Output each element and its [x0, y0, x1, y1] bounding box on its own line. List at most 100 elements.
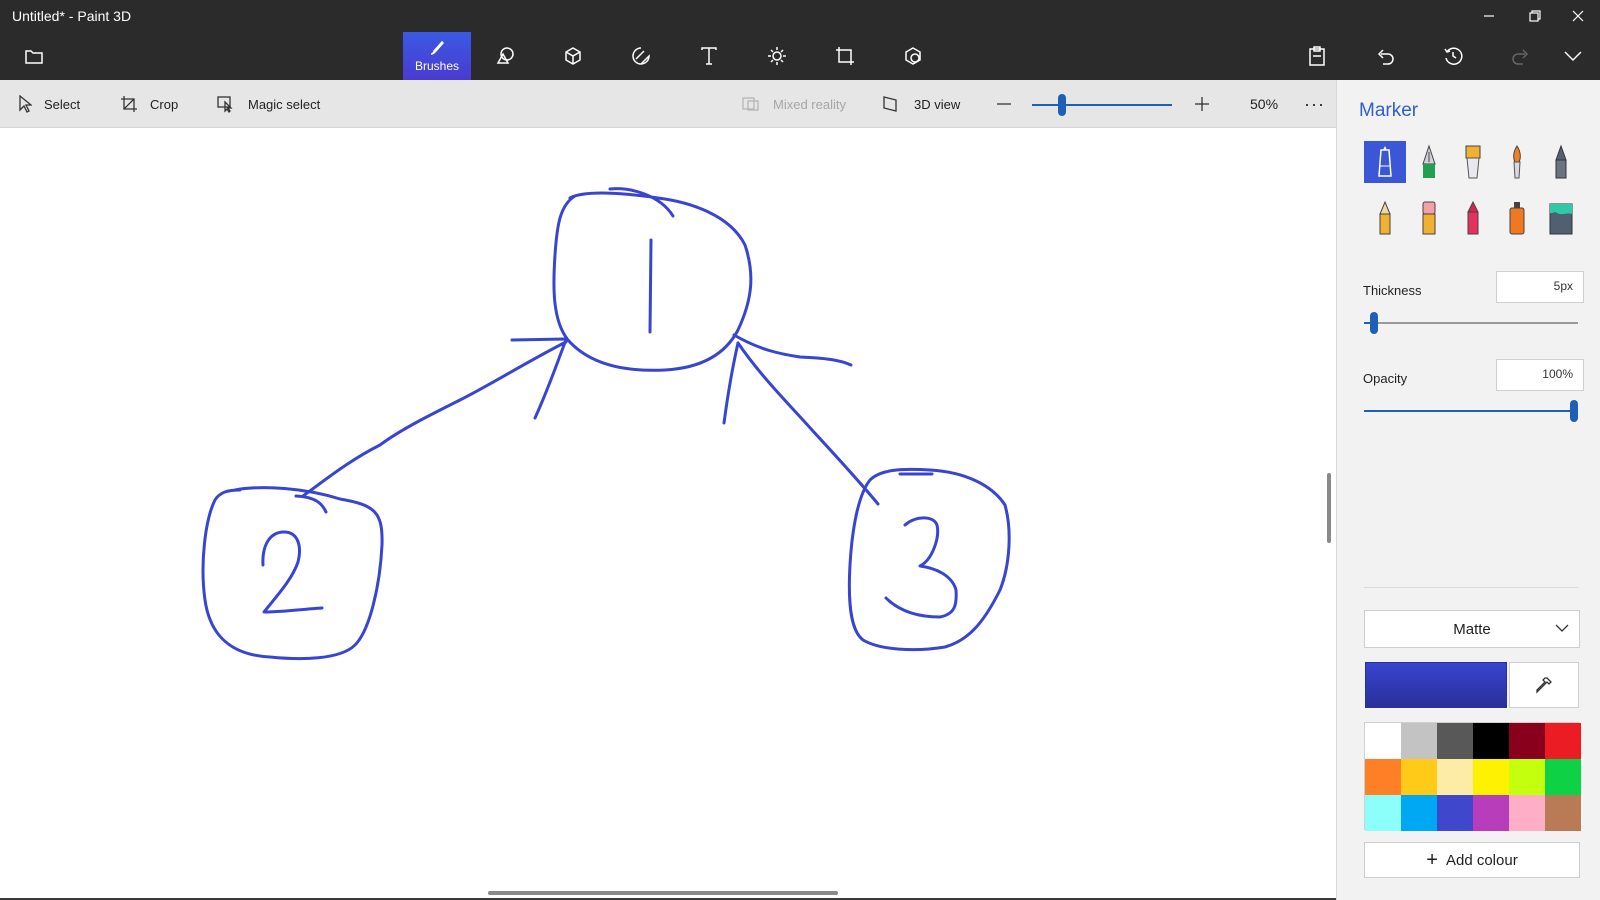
3d-view-icon: [883, 96, 897, 112]
brush-pencil[interactable]: [1364, 197, 1406, 239]
current-color-swatch[interactable]: [1365, 662, 1507, 708]
node-2-digit: [261, 530, 324, 614]
magic-select-label: Magic select: [248, 96, 321, 112]
color-swatch[interactable]: [1509, 795, 1545, 831]
main-toolbar: Brushes: [0, 32, 1600, 80]
finish-value: Matte: [1453, 620, 1491, 638]
watercolor-icon: [1513, 145, 1521, 179]
mixed-reality-icon: [742, 97, 759, 111]
color-swatch[interactable]: [1473, 795, 1509, 831]
panel-title: Marker: [1359, 100, 1419, 121]
close-button[interactable]: [1556, 0, 1600, 32]
brush-oil[interactable]: [1452, 141, 1494, 183]
mixed-reality-button[interactable]: Mixed reality: [741, 80, 846, 128]
panel-divider: [1364, 587, 1578, 588]
undo-icon: [1377, 49, 1394, 65]
color-swatch[interactable]: [1509, 759, 1545, 795]
color-swatch[interactable]: [1365, 759, 1401, 795]
drawing: [201, 187, 1011, 661]
pencil-icon: [1379, 200, 1391, 235]
paste-button[interactable]: [1284, 32, 1350, 80]
clipboard-icon: [1309, 46, 1325, 66]
color-swatch[interactable]: [1545, 795, 1581, 831]
tab-3d-library[interactable]: [880, 32, 946, 80]
window-title: Untitled* - Paint 3D: [12, 8, 132, 24]
crayon-icon: [1467, 200, 1479, 235]
undo-button[interactable]: [1352, 32, 1418, 80]
thickness-slider-thumb[interactable]: [1370, 312, 1378, 334]
title-bar: Untitled* - Paint 3D: [0, 0, 1600, 32]
brush-marker[interactable]: [1364, 141, 1406, 183]
brush-spray-can[interactable]: [1496, 197, 1538, 239]
brush-pixel-pen[interactable]: [1540, 141, 1582, 183]
color-swatch[interactable]: [1437, 759, 1473, 795]
horizontal-scrollbar[interactable]: [488, 891, 838, 895]
brush-calligraphy-pen[interactable]: [1408, 141, 1450, 183]
color-swatch[interactable]: [1473, 723, 1509, 759]
add-colour-button[interactable]: + Add colour: [1364, 842, 1580, 878]
redo-button[interactable]: [1488, 32, 1554, 80]
crop-label: Crop: [150, 96, 179, 112]
crop-button[interactable]: Crop: [120, 80, 178, 128]
tab-text[interactable]: [676, 32, 742, 80]
tab-3d-shapes[interactable]: [540, 32, 606, 80]
opacity-slider-thumb[interactable]: [1570, 400, 1578, 422]
minimize-button[interactable]: [1466, 0, 1512, 32]
2d-shapes-icon: [496, 47, 514, 64]
eraser-icon: [1422, 201, 1436, 235]
thickness-input[interactable]: 5px: [1496, 271, 1584, 303]
thickness-slider-track[interactable]: [1364, 322, 1578, 324]
tab-stickers[interactable]: [608, 32, 674, 80]
zoom-slider-track[interactable]: [1032, 104, 1172, 106]
zoom-out-button[interactable]: [996, 80, 1012, 128]
color-swatch[interactable]: [1545, 723, 1581, 759]
magic-select-button[interactable]: Magic select: [216, 80, 320, 128]
menu-button[interactable]: [0, 32, 68, 80]
brush-watercolor[interactable]: [1496, 141, 1538, 183]
canvas-icon: [836, 47, 854, 65]
color-swatch[interactable]: [1509, 723, 1545, 759]
color-swatch[interactable]: [1401, 723, 1437, 759]
brush-eraser[interactable]: [1408, 197, 1450, 239]
3d-view-button[interactable]: 3D view: [882, 80, 960, 128]
tab-brushes-label: Brushes: [414, 59, 460, 73]
color-swatch[interactable]: [1437, 795, 1473, 831]
color-swatch[interactable]: [1365, 723, 1401, 759]
color-swatch[interactable]: [1401, 759, 1437, 795]
mixed-reality-label: Mixed reality: [773, 96, 846, 112]
tab-effects[interactable]: [744, 32, 810, 80]
tab-canvas[interactable]: [812, 32, 878, 80]
color-swatch[interactable]: [1365, 795, 1401, 831]
minimize-icon: [1484, 15, 1494, 17]
marker-icon: [1378, 146, 1392, 177]
history-button[interactable]: [1420, 32, 1486, 80]
restore-icon: [1529, 10, 1541, 22]
text-icon: [701, 47, 717, 65]
zoom-in-button[interactable]: [1194, 80, 1210, 128]
tab-brushes[interactable]: Brushes: [403, 32, 471, 80]
drawing-canvas[interactable]: [0, 128, 1336, 900]
vertical-scrollbar[interactable]: [1327, 473, 1331, 543]
eyedropper-button[interactable]: [1509, 662, 1579, 708]
node-1-outline: [552, 187, 753, 372]
effects-icon: [768, 47, 786, 65]
brush-crayon[interactable]: [1452, 197, 1494, 239]
opacity-input[interactable]: 100%: [1496, 359, 1584, 391]
tab-2d-shapes[interactable]: [472, 32, 538, 80]
zoom-slider-thumb[interactable]: [1058, 94, 1066, 116]
3d-view-label: 3D view: [914, 96, 961, 112]
color-swatch[interactable]: [1473, 759, 1509, 795]
brush-fill[interactable]: [1540, 197, 1582, 239]
color-swatch[interactable]: [1401, 795, 1437, 831]
select-button[interactable]: Select: [18, 80, 80, 128]
finish-dropdown[interactable]: Matte: [1364, 610, 1580, 648]
3d-library-icon: [905, 47, 921, 65]
more-icon: ···: [1304, 93, 1325, 114]
eyedropper-icon: [1536, 677, 1552, 694]
color-swatch[interactable]: [1437, 723, 1473, 759]
expand-menu-button[interactable]: [1546, 32, 1600, 80]
restore-button[interactable]: [1512, 0, 1558, 32]
color-swatch[interactable]: [1545, 759, 1581, 795]
more-options-button[interactable]: ···: [1304, 80, 1325, 128]
zoom-level[interactable]: 50%: [1250, 80, 1278, 128]
